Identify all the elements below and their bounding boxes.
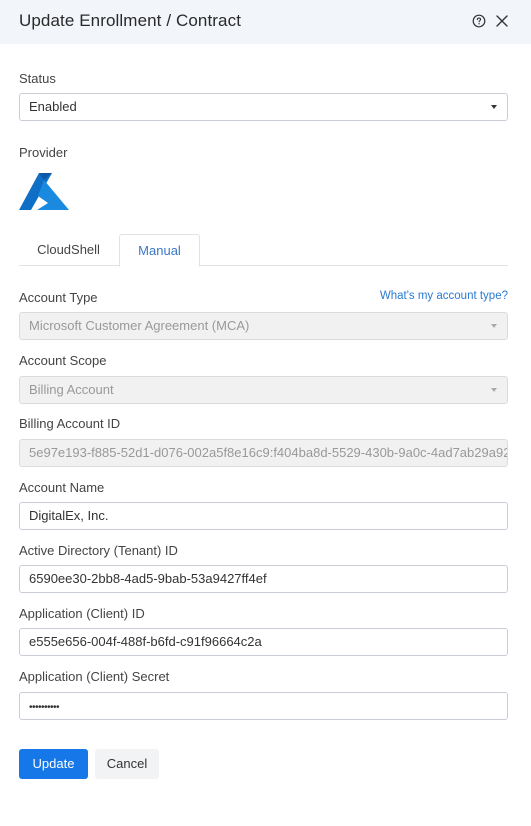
tab-bar: CloudShell Manual bbox=[19, 234, 508, 267]
client-secret-value: •••••••••• bbox=[29, 702, 60, 713]
account-name-input[interactable]: DigitalEx, Inc. bbox=[19, 502, 508, 530]
chevron-down-icon bbox=[491, 324, 497, 328]
account-scope-label: Account Scope bbox=[19, 353, 107, 368]
account-type-label: Account Type bbox=[19, 290, 98, 305]
status-value: Enabled bbox=[29, 99, 77, 114]
status-label: Status bbox=[19, 71, 56, 86]
account-scope-select: Billing Account bbox=[19, 376, 508, 404]
tenant-id-value: 6590ee30-2bb8-4ad5-9bab-53a9427ff4ef bbox=[29, 571, 267, 586]
status-select[interactable]: Enabled bbox=[19, 93, 508, 121]
client-id-value: e555e656-004f-488f-b6fd-c91f96664c2a bbox=[29, 634, 262, 649]
client-id-label: Application (Client) ID bbox=[19, 606, 145, 621]
provider-label: Provider bbox=[19, 145, 68, 160]
dialog-header: Update Enrollment / Contract bbox=[0, 0, 531, 44]
billing-account-id-label: Billing Account ID bbox=[19, 416, 121, 431]
billing-account-id-value: 5e97e193-f885-52d1-d076-002a5f8e16c9:f40… bbox=[29, 445, 508, 460]
cancel-button[interactable]: Cancel bbox=[95, 749, 159, 779]
tenant-id-label: Active Directory (Tenant) ID bbox=[19, 543, 178, 558]
chevron-down-icon bbox=[491, 388, 497, 392]
tab-manual[interactable]: Manual bbox=[119, 234, 200, 267]
client-secret-label: Application (Client) Secret bbox=[19, 669, 170, 684]
account-name-label: Account Name bbox=[19, 480, 105, 495]
dialog-title: Update Enrollment / Contract bbox=[19, 11, 242, 30]
account-name-value: DigitalEx, Inc. bbox=[29, 508, 109, 523]
account-type-help-link[interactable]: What's my account type? bbox=[380, 290, 508, 302]
account-type-value: Microsoft Customer Agreement (MCA) bbox=[29, 318, 250, 333]
azure-logo-icon bbox=[19, 173, 69, 210]
account-type-select: Microsoft Customer Agreement (MCA) bbox=[19, 312, 508, 340]
client-secret-input[interactable]: •••••••••• bbox=[19, 692, 508, 720]
update-button[interactable]: Update bbox=[19, 749, 88, 779]
help-icon[interactable] bbox=[472, 14, 486, 28]
close-icon[interactable] bbox=[495, 14, 509, 28]
tab-cloudshell[interactable]: CloudShell bbox=[19, 234, 118, 266]
billing-account-id-field: 5e97e193-f885-52d1-d076-002a5f8e16c9:f40… bbox=[19, 439, 508, 467]
tenant-id-input[interactable]: 6590ee30-2bb8-4ad5-9bab-53a9427ff4ef bbox=[19, 565, 508, 593]
client-id-input[interactable]: e555e656-004f-488f-b6fd-c91f96664c2a bbox=[19, 628, 508, 656]
chevron-down-icon bbox=[491, 105, 497, 109]
account-scope-value: Billing Account bbox=[29, 382, 114, 397]
